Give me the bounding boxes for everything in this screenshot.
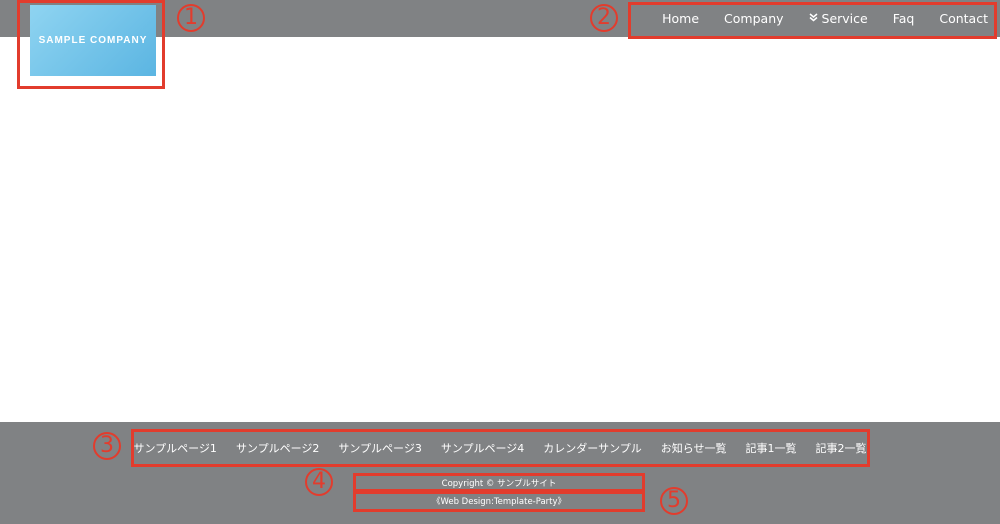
annotation-number-3: 3 — [93, 432, 121, 460]
annotation-number-1: 1 — [177, 4, 205, 32]
annotation-box-2 — [628, 2, 997, 39]
annotation-number-2: 2 — [590, 4, 618, 32]
annotation-number-5: 5 — [660, 487, 688, 515]
annotation-number-4: 4 — [305, 468, 333, 496]
annotation-box-4 — [353, 473, 645, 492]
annotation-box-5 — [353, 491, 645, 512]
annotation-box-3 — [131, 429, 870, 467]
annotation-box-1 — [17, 0, 165, 89]
